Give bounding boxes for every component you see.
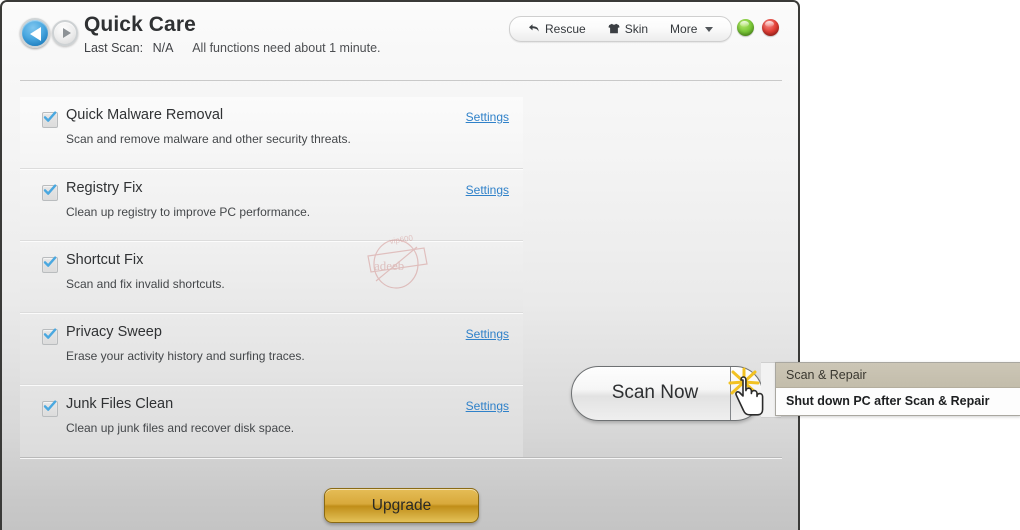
scan-split-divider <box>730 367 731 420</box>
toolbar-label-rescue: Rescue <box>545 22 586 36</box>
task-row[interactable]: Registry Fix Clean up registry to improv… <box>20 169 523 241</box>
task-checkbox[interactable] <box>42 400 58 417</box>
window-header: Quick Care Last Scan: N/A All functions … <box>2 2 798 74</box>
task-checkbox[interactable] <box>42 328 58 345</box>
toolbar-item-rescue[interactable]: Rescue <box>518 18 596 40</box>
last-scan-value: N/A <box>152 41 174 55</box>
scan-now-label: Scan Now <box>611 382 699 403</box>
footer-divider <box>20 457 782 458</box>
task-settings-link[interactable]: Settings <box>466 327 509 341</box>
minimize-orb-icon[interactable] <box>737 19 754 36</box>
task-description: Clean up junk files and recover disk spa… <box>66 421 295 435</box>
close-orb-icon[interactable] <box>762 19 779 36</box>
task-title: Registry Fix <box>66 180 143 196</box>
toolbar-item-skin[interactable]: Skin <box>598 18 658 40</box>
task-title: Privacy Sweep <box>66 324 162 340</box>
arrow-right-icon <box>63 28 71 38</box>
checkmark-icon <box>43 400 57 411</box>
toolbar-label-skin: Skin <box>624 22 649 36</box>
upgrade-button[interactable]: Upgrade <box>324 488 479 523</box>
chevron-down-icon <box>705 26 714 32</box>
back-arrow-icon <box>528 23 540 36</box>
task-row[interactable]: Junk Files Clean Clean up junk files and… <box>20 385 523 457</box>
scan-now-button[interactable]: Scan Now <box>571 366 763 421</box>
title-block: Quick Care Last Scan: N/A All functions … <box>84 13 381 55</box>
task-description: Scan and remove malware and other securi… <box>66 132 351 146</box>
task-description: Erase your activity history and surfing … <box>66 349 305 363</box>
application-window: Quick Care Last Scan: N/A All functions … <box>0 0 800 530</box>
page-title: Quick Care <box>84 13 196 36</box>
tshirt-icon <box>608 23 620 36</box>
task-description: Scan and fix invalid shortcuts. <box>66 277 225 291</box>
task-list: Quick Malware Removal Scan and remove ma… <box>20 97 523 457</box>
task-title: Shortcut Fix <box>66 252 144 268</box>
checkmark-icon <box>43 256 57 267</box>
task-title: Junk Files Clean <box>66 396 174 412</box>
menu-item-shutdown-after-scan[interactable]: Shut down PC after Scan & Repair <box>776 388 1020 415</box>
task-settings-link[interactable]: Settings <box>466 110 509 124</box>
task-row[interactable]: Shortcut Fix Scan and fix invalid shortc… <box>20 241 523 313</box>
back-button[interactable] <box>20 18 50 48</box>
checkmark-icon <box>43 111 57 122</box>
task-checkbox[interactable] <box>42 111 58 128</box>
header-toolbar: Rescue Skin More <box>509 16 733 42</box>
toolbar-item-more[interactable]: More <box>660 18 723 40</box>
scan-dropdown-menu: Scan & Repair Shut down PC after Scan & … <box>775 362 1020 416</box>
navigation-buttons <box>20 18 82 48</box>
task-checkbox[interactable] <box>42 256 58 273</box>
last-scan-label: Last Scan: <box>84 41 144 55</box>
task-settings-link[interactable]: Settings <box>466 183 509 197</box>
checkmark-icon <box>43 184 57 195</box>
forward-button[interactable] <box>52 20 78 46</box>
menu-item-scan-and-repair[interactable]: Scan & Repair <box>776 363 1020 388</box>
task-settings-link[interactable]: Settings <box>466 399 509 413</box>
checkmark-icon <box>43 328 57 339</box>
subtitle-row: Last Scan: N/A All functions need about … <box>84 41 381 55</box>
header-divider <box>20 80 782 81</box>
duration-hint: All functions need about 1 minute. <box>192 41 381 55</box>
task-checkbox[interactable] <box>42 184 58 201</box>
task-title: Quick Malware Removal <box>66 107 224 123</box>
task-row[interactable]: Quick Malware Removal Scan and remove ma… <box>20 97 523 169</box>
task-row[interactable]: Privacy Sweep Erase your activity histor… <box>20 313 523 385</box>
task-description: Clean up registry to improve PC performa… <box>66 205 311 219</box>
window-controls <box>737 19 779 36</box>
arrow-left-icon <box>30 27 41 41</box>
toolbar-label-more: More <box>670 22 698 36</box>
